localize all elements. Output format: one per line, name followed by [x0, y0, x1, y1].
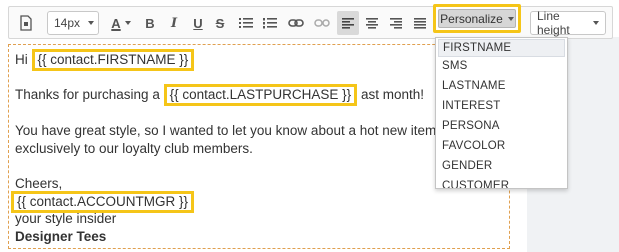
exclusive-line: exclusively to our loyalty club members.: [15, 141, 253, 156]
link-button[interactable]: [285, 11, 307, 35]
align-left-icon: [342, 18, 354, 29]
accountmgr-token[interactable]: {{ contact.ACCOUNTMGR }}: [11, 191, 195, 213]
menu-item-lastname[interactable]: LASTNAME: [442, 80, 506, 92]
underline-button[interactable]: U: [187, 11, 209, 35]
menu-item-sms[interactable]: SMS: [442, 60, 468, 72]
greeting-line: Hi {{ contact.FIRSTNAME }}: [15, 49, 195, 71]
menu-item-gender[interactable]: GENDER: [442, 160, 492, 172]
bold-icon: B: [145, 15, 155, 31]
source-document-icon[interactable]: [15, 11, 37, 35]
thanks-line: Thanks for purchasing a {{ contact.LASTP…: [15, 84, 424, 106]
align-right-icon: [390, 18, 402, 29]
font-size-value: 14px: [54, 16, 81, 30]
align-center-icon: [366, 18, 378, 29]
strikethrough-icon: S: [215, 15, 225, 31]
strikethrough-button[interactable]: S: [209, 11, 231, 35]
unlink-button[interactable]: [311, 11, 333, 35]
menu-item-favcolor[interactable]: FAVCOLOR: [442, 140, 505, 152]
cheers-line: Cheers,: [15, 176, 63, 191]
thanks-text: Thanks for purchasing a: [15, 87, 164, 102]
chevron-down-icon: [88, 21, 95, 25]
line-height-select[interactable]: Line height: [530, 9, 606, 37]
justify-icon: [414, 18, 426, 29]
unlink-icon: [314, 19, 330, 27]
chevron-down-icon: [124, 21, 131, 25]
formatting-toolbar: 14px A B I U S Line height: [8, 6, 613, 39]
menu-item-interest[interactable]: INTEREST: [442, 100, 500, 112]
accountmgr-line: {{ contact.ACCOUNTMGR }}: [11, 191, 195, 213]
underline-icon: U: [193, 15, 203, 31]
numbered-list-icon: [263, 18, 277, 29]
personalize-inner: Personalize: [438, 9, 516, 28]
text-color-button[interactable]: A: [107, 11, 135, 35]
document-icon: [20, 15, 32, 31]
bullet-list-button[interactable]: [235, 11, 257, 35]
signature-line: your style insider: [15, 211, 117, 226]
align-center-button[interactable]: [361, 11, 383, 35]
bold-button[interactable]: B: [139, 11, 161, 35]
menu-item-customer[interactable]: CUSTOMER: [442, 180, 509, 188]
greeting-text: Hi: [15, 52, 32, 67]
thanks-suffix: ast month!: [357, 87, 424, 102]
link-icon: [288, 19, 304, 27]
align-right-button[interactable]: [385, 11, 407, 35]
email-editor-panel: 14px A B I U S Line height Personalize H…: [0, 0, 619, 252]
style-line: You have great style, so I wanted to let…: [15, 123, 468, 138]
lastpurchase-token[interactable]: {{ contact.LASTPURCHASE }}: [163, 84, 358, 106]
chevron-down-icon: [593, 21, 599, 25]
italic-button[interactable]: I: [163, 11, 185, 35]
font-size-select[interactable]: 14px: [47, 11, 99, 35]
italic-icon: I: [170, 15, 178, 31]
justify-button[interactable]: [409, 11, 431, 35]
personalize-button[interactable]: Personalize: [433, 4, 521, 33]
bullet-list-icon: [239, 18, 253, 28]
personalize-label: Personalize: [440, 11, 503, 26]
chevron-down-icon: [507, 16, 514, 21]
company-line: Designer Tees: [15, 229, 107, 244]
line-height-label: Line height: [537, 9, 570, 37]
menu-item-firstname[interactable]: FIRSTNAME: [438, 39, 565, 57]
align-left-button[interactable]: [337, 11, 359, 35]
numbered-list-button[interactable]: [259, 11, 281, 35]
menu-item-persona[interactable]: PERSONA: [442, 120, 500, 132]
text-color-icon: A: [111, 15, 121, 31]
personalize-dropdown-menu: FIRSTNAME SMS LASTNAME INTEREST PERSONA …: [435, 37, 568, 189]
firstname-token[interactable]: {{ contact.FIRSTNAME }}: [31, 49, 195, 71]
